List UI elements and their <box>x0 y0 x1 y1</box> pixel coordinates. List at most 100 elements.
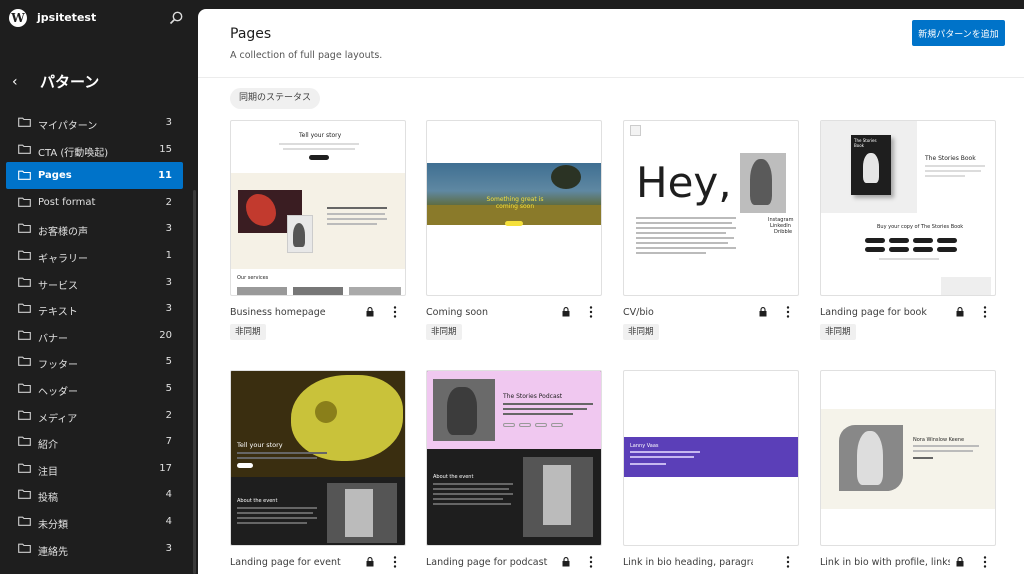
sidebar-category-item[interactable]: Pages 11 <box>6 162 183 189</box>
category-count: 15 <box>159 143 172 155</box>
pattern-preview[interactable]: Nora Winslow Keene <box>820 370 996 546</box>
more-options-icon[interactable] <box>980 305 990 319</box>
category-label: CTA (行動喚起) <box>38 147 109 159</box>
preview-cta: Buy your copy of The Stories Book <box>877 224 964 230</box>
sidebar-category-item[interactable]: CTA (行動喚起) 15 <box>6 136 183 163</box>
category-count: 4 <box>165 489 172 501</box>
wordpress-logo-icon[interactable]: W <box>9 9 27 27</box>
pattern-preview[interactable]: The Stories Podcast About the event <box>426 370 602 546</box>
sidebar-category-item[interactable]: 連絡先 3 <box>6 535 183 562</box>
search-icon[interactable] <box>168 10 184 26</box>
folder-icon <box>18 489 31 500</box>
category-count: 3 <box>165 303 172 315</box>
sync-status-filter[interactable]: 同期のステータス <box>230 88 321 109</box>
sidebar-category-item[interactable]: 紹介 7 <box>6 428 183 455</box>
sidebar-category-item[interactable]: バナー 20 <box>6 322 183 349</box>
category-count: 17 <box>159 462 172 474</box>
category-count: 11 <box>158 170 172 182</box>
pattern-preview[interactable]: Lanny Vaas <box>623 370 799 546</box>
preview-about: About the event <box>433 474 474 480</box>
category-count: 3 <box>165 276 172 288</box>
lock-icon <box>366 557 374 567</box>
pattern-title[interactable]: Landing page for book <box>820 307 950 318</box>
sidebar-category-item[interactable]: ヘッダー 5 <box>6 375 183 402</box>
back-chevron-icon[interactable]: ‹ <box>12 74 28 90</box>
sync-badge: 非同期 <box>820 324 856 340</box>
sidebar-scrollbar[interactable] <box>193 190 196 574</box>
sidebar-category-item[interactable]: 投稿 4 <box>6 481 183 508</box>
sidebar-category-item[interactable]: サービス 3 <box>6 269 183 296</box>
preview-name: Lanny Vaas <box>630 443 659 449</box>
category-label: ヘッダー <box>38 386 78 398</box>
category-label: メディア <box>38 413 78 425</box>
sidebar-category-item[interactable]: Post format 2 <box>6 189 183 216</box>
more-options-icon[interactable] <box>586 555 596 569</box>
pattern-title[interactable]: CV/bio <box>623 307 753 318</box>
lock-icon <box>562 307 570 317</box>
category-count: 1 <box>165 249 172 261</box>
page-title: Pages <box>230 26 272 42</box>
folder-icon <box>18 197 31 207</box>
category-count: 3 <box>165 223 172 235</box>
sidebar-category-item[interactable]: 注目 17 <box>6 455 183 482</box>
pattern-preview[interactable]: The Stories Book The Stories Book Buy yo… <box>820 120 996 296</box>
category-label: フッター <box>38 360 78 372</box>
sidebar-category-item[interactable]: 未分類 4 <box>6 508 183 535</box>
sync-badge: 非同期 <box>623 324 659 340</box>
more-options-icon[interactable] <box>586 305 596 319</box>
pattern-title[interactable]: Business homepage <box>230 307 360 318</box>
sidebar-category-item[interactable]: ギャラリー 1 <box>6 242 183 269</box>
category-label: サービス <box>38 280 78 292</box>
category-count: 7 <box>165 436 172 448</box>
pattern-preview[interactable]: Something great is coming soon <box>426 120 602 296</box>
sidebar-category-item[interactable]: メディア 2 <box>6 402 183 429</box>
sidebar-category-item[interactable]: マイパターン 3 <box>6 109 183 136</box>
sidebar-category-item[interactable]: フッター 5 <box>6 348 183 375</box>
site-header: W jpsitetest <box>0 0 198 38</box>
page-header: Pages A collection of full page layouts.… <box>198 9 1024 78</box>
category-label: テキスト <box>38 307 78 319</box>
folder-icon <box>18 303 31 314</box>
category-count: 2 <box>165 409 172 421</box>
preview-book-cover: The Stories Book <box>854 138 877 148</box>
pattern-preview[interactable]: Tell your story Our services <box>230 120 406 296</box>
folder-icon <box>18 170 31 181</box>
pattern-title[interactable]: Coming soon <box>426 307 556 318</box>
add-pattern-button[interactable]: 新規パターンを追加 <box>912 20 1005 46</box>
category-label: Post format <box>38 196 96 208</box>
preview-link: Dribble <box>774 229 793 235</box>
preview-heading: Hey, <box>636 158 732 207</box>
category-label: 投稿 <box>38 493 58 505</box>
folder-icon <box>18 356 31 367</box>
more-options-icon[interactable] <box>390 305 400 319</box>
category-label: バナー <box>38 333 68 345</box>
more-options-icon[interactable] <box>390 555 400 569</box>
sidebar-category-item[interactable]: お客様の声 3 <box>6 215 183 242</box>
more-options-icon[interactable] <box>783 555 793 569</box>
site-editor: W jpsitetest ‹ パターン マイパターン 3 CTA (行動喚起) 15 P… <box>0 0 1024 574</box>
pattern-title[interactable]: Landing page for podcast <box>426 557 556 568</box>
section-title: パターン <box>40 73 100 91</box>
more-options-icon[interactable] <box>783 305 793 319</box>
lock-icon <box>956 307 964 317</box>
page-subtitle: A collection of full page layouts. <box>230 50 383 61</box>
pattern-title[interactable]: Link in bio with profile, links and <box>820 557 950 568</box>
folder-icon <box>18 410 31 420</box>
folder-icon <box>18 250 31 260</box>
sidebar-category-item[interactable]: テキスト 3 <box>6 295 183 322</box>
category-label: マイパターン <box>38 121 98 132</box>
pattern-title[interactable]: Link in bio heading, paragraph, <box>623 557 753 568</box>
sync-badge: 非同期 <box>426 324 462 340</box>
pattern-title[interactable]: Landing page for event <box>230 557 360 568</box>
folder-icon <box>18 516 31 526</box>
site-title[interactable]: jpsitetest <box>37 11 96 24</box>
preview-heading: Something great is coming soon <box>486 196 544 210</box>
category-label: 紹介 <box>38 440 58 452</box>
lock-icon <box>366 307 374 317</box>
pattern-preview[interactable]: Hey, Instagram LinkedIn Dribble <box>623 120 799 296</box>
preview-heading: Tell your story <box>299 132 342 139</box>
folder-icon <box>18 463 31 473</box>
more-options-icon[interactable] <box>980 555 990 569</box>
pattern-preview[interactable]: Tell your story About the event <box>230 370 406 546</box>
category-label: Pages <box>38 170 72 182</box>
